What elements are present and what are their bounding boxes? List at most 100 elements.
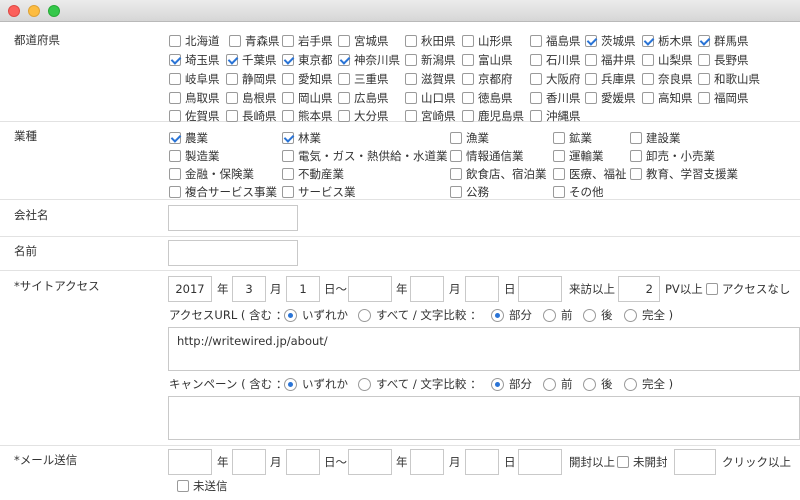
industry-checkbox[interactable]: その他 — [553, 184, 604, 200]
prefecture-checkbox[interactable]: 千葉県 — [226, 52, 277, 68]
prefecture-checkbox[interactable]: 高知県 — [642, 90, 693, 106]
prefecture-checkbox[interactable]: 沖縄県 — [530, 108, 581, 124]
access-start-day-input[interactable] — [286, 276, 320, 302]
prefecture-checkbox[interactable]: 大阪府 — [530, 71, 581, 87]
checkbox-box[interactable] — [226, 92, 238, 104]
campaign-any-radio[interactable]: いずれか — [284, 376, 348, 392]
visit-count-input[interactable] — [518, 276, 562, 302]
url-back-radio[interactable]: 後 — [583, 307, 613, 323]
prefecture-checkbox[interactable]: 山口県 — [405, 90, 456, 106]
checkbox-box[interactable] — [229, 35, 241, 47]
industry-checkbox[interactable]: 飲食店、宿泊業 — [450, 166, 547, 182]
checkbox-box[interactable] — [585, 35, 597, 47]
checkbox-box[interactable] — [169, 54, 181, 66]
checkbox-box[interactable] — [226, 54, 238, 66]
prefecture-checkbox[interactable]: 福井県 — [585, 52, 636, 68]
url-partial-radio[interactable]: 部分 — [491, 307, 532, 323]
prefecture-checkbox[interactable]: 宮崎県 — [405, 108, 456, 124]
close-window-button[interactable] — [8, 5, 20, 17]
checkbox-box[interactable] — [706, 283, 718, 295]
prefecture-checkbox[interactable]: 福岡県 — [698, 90, 749, 106]
checkbox-box[interactable] — [553, 168, 565, 180]
checkbox-box[interactable] — [642, 73, 654, 85]
checkbox-box[interactable] — [405, 54, 417, 66]
access-end-year-input[interactable] — [348, 276, 392, 302]
checkbox-box[interactable] — [530, 35, 542, 47]
industry-checkbox[interactable]: 林業 — [282, 130, 321, 146]
radio-circle[interactable] — [284, 308, 297, 322]
checkbox-box[interactable] — [462, 73, 474, 85]
prefecture-checkbox[interactable]: 富山県 — [462, 52, 513, 68]
prefecture-checkbox[interactable]: 岐阜県 — [169, 71, 220, 87]
no-access-checkbox[interactable]: アクセスなし — [706, 281, 790, 297]
prefecture-checkbox[interactable]: 埼玉県 — [169, 52, 220, 68]
industry-checkbox[interactable]: 電気・ガス・熱供給・水道業 — [282, 148, 448, 164]
checkbox-box[interactable] — [169, 110, 181, 122]
checkbox-box[interactable] — [450, 186, 462, 198]
zoom-window-button[interactable] — [48, 5, 60, 17]
access-end-day-input[interactable] — [465, 276, 499, 302]
checkbox-box[interactable] — [405, 73, 417, 85]
checkbox-box[interactable] — [338, 54, 350, 66]
prefecture-checkbox[interactable]: 栃木県 — [642, 33, 693, 49]
checkbox-box[interactable] — [642, 92, 654, 104]
checkbox-box[interactable] — [282, 35, 294, 47]
checkbox-box[interactable] — [530, 110, 542, 122]
checkbox-box[interactable] — [553, 186, 565, 198]
industry-checkbox[interactable]: 情報通信業 — [450, 148, 524, 164]
checkbox-box[interactable] — [530, 73, 542, 85]
radio-circle[interactable] — [624, 377, 637, 391]
checkbox-box[interactable] — [177, 480, 189, 492]
checkbox-box[interactable] — [169, 186, 181, 198]
url-any-radio[interactable]: いずれか — [284, 307, 348, 323]
checkbox-box[interactable] — [462, 92, 474, 104]
industry-checkbox[interactable]: 医療、福祉 — [553, 166, 627, 182]
checkbox-box[interactable] — [169, 73, 181, 85]
campaign-textarea[interactable] — [168, 396, 800, 440]
prefecture-checkbox[interactable]: 石川県 — [530, 52, 581, 68]
checkbox-box[interactable] — [698, 35, 710, 47]
campaign-back-radio[interactable]: 後 — [583, 376, 613, 392]
checkbox-box[interactable] — [282, 92, 294, 104]
industry-checkbox[interactable]: 農業 — [169, 130, 208, 146]
prefecture-checkbox[interactable]: 岡山県 — [282, 90, 333, 106]
checkbox-box[interactable] — [282, 186, 294, 198]
checkbox-box[interactable] — [338, 92, 350, 104]
access-end-month-input[interactable] — [410, 276, 444, 302]
checkbox-box[interactable] — [630, 168, 642, 180]
checkbox-box[interactable] — [282, 168, 294, 180]
checkbox-box[interactable] — [462, 110, 474, 122]
mail-start-day-input[interactable] — [286, 449, 320, 475]
prefecture-checkbox[interactable]: 秋田県 — [405, 33, 456, 49]
industry-checkbox[interactable]: 漁業 — [450, 130, 489, 146]
checkbox-box[interactable] — [282, 54, 294, 66]
prefecture-checkbox[interactable]: 宮城県 — [338, 33, 389, 49]
radio-circle[interactable] — [358, 308, 371, 322]
checkbox-box[interactable] — [169, 132, 181, 144]
mail-end-year-input[interactable] — [348, 449, 392, 475]
mail-end-month-input[interactable] — [410, 449, 444, 475]
mail-end-day-input[interactable] — [465, 449, 499, 475]
prefecture-checkbox[interactable]: 鹿児島県 — [462, 108, 524, 124]
campaign-front-radio[interactable]: 前 — [543, 376, 573, 392]
unsent-checkbox[interactable]: 未送信 — [177, 478, 228, 494]
radio-circle[interactable] — [543, 377, 556, 391]
prefecture-checkbox[interactable]: 和歌山県 — [698, 71, 760, 87]
prefecture-checkbox[interactable]: 佐賀県 — [169, 108, 220, 124]
industry-checkbox[interactable]: 不動産業 — [282, 166, 344, 182]
industry-checkbox[interactable]: 卸売・小売業 — [630, 148, 715, 164]
pv-count-input[interactable] — [618, 276, 660, 302]
checkbox-box[interactable] — [462, 35, 474, 47]
minimize-window-button[interactable] — [28, 5, 40, 17]
industry-checkbox[interactable]: 建設業 — [630, 130, 681, 146]
industry-checkbox[interactable]: 運輸業 — [553, 148, 604, 164]
prefecture-checkbox[interactable]: 徳島県 — [462, 90, 513, 106]
checkbox-box[interactable] — [338, 110, 350, 122]
checkbox-box[interactable] — [169, 168, 181, 180]
mail-start-year-input[interactable] — [168, 449, 212, 475]
mail-start-month-input[interactable] — [232, 449, 266, 475]
checkbox-box[interactable] — [405, 110, 417, 122]
prefecture-checkbox[interactable]: 鳥取県 — [169, 90, 220, 106]
checkbox-box[interactable] — [530, 92, 542, 104]
click-count-input[interactable] — [674, 449, 716, 475]
